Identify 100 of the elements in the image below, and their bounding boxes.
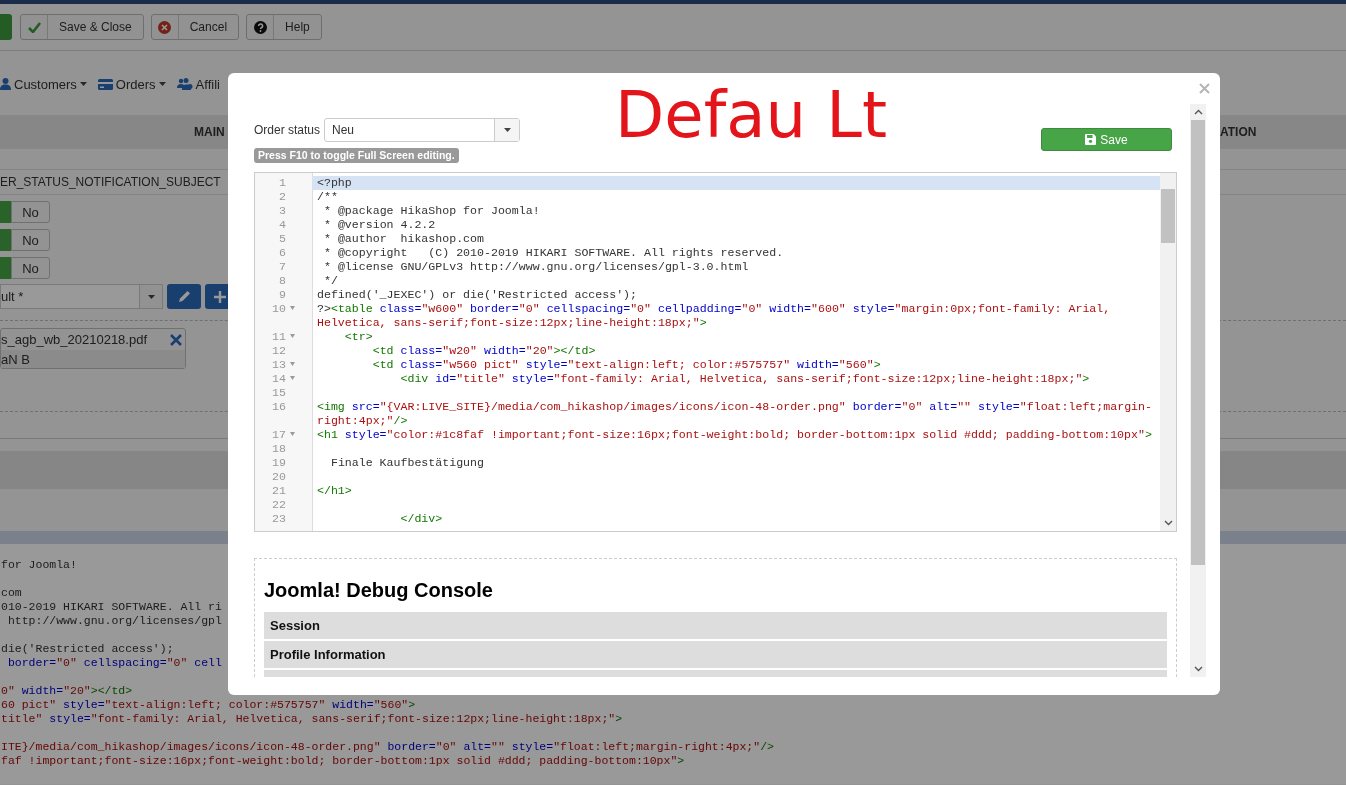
close-icon[interactable] [1199, 83, 1210, 94]
line-number: 14 [271, 372, 286, 386]
fold-marker-icon[interactable] [289, 306, 295, 310]
line-number: 4 [278, 218, 286, 232]
code-line: */ [322, 274, 339, 288]
column-heading: ATION [1220, 125, 1258, 139]
line-number: 20 [271, 470, 286, 484]
line-number: 15 [271, 386, 286, 400]
line-number: 1 [278, 176, 286, 190]
toggle-option[interactable] [0, 257, 11, 279]
chevron-down-icon[interactable] [1163, 520, 1173, 526]
toggle-option[interactable]: No [11, 201, 50, 223]
pencil-icon [177, 290, 191, 303]
menu-item[interactable]: Customers [14, 76, 77, 92]
fold-marker-icon[interactable] [289, 376, 295, 380]
caret-icon [503, 128, 511, 132]
line-number: 3 [278, 204, 286, 218]
chevron-down-icon[interactable] [1193, 666, 1203, 672]
line-number: 21 [271, 484, 286, 498]
code-line: 0" width="20"></td> [1, 684, 133, 698]
line-number: 11 [271, 330, 286, 344]
line-number: 6 [278, 246, 286, 260]
code-line: <tr> [343, 330, 374, 344]
line-number: 17 [271, 428, 286, 442]
code-line: for Joomla! [1, 558, 77, 572]
field-label: Order status [254, 123, 321, 137]
scrollbar[interactable] [1190, 104, 1206, 677]
code-line: Finale Kaufbestätigung [329, 456, 485, 470]
help-icon [253, 20, 267, 34]
code-line: <img src="{VAR:LIVE_SITE}/media/com_hikashop/images/icons/icon-48-order.png" border="0" alt="" style="float:left;margin-right:4px;"/> [316, 400, 1153, 428]
edit-button[interactable] [167, 284, 201, 309]
credit-card-icon [97, 78, 113, 90]
cancel-button[interactable]: Cancel [150, 14, 240, 40]
chevron-up-icon[interactable] [1193, 109, 1203, 115]
fold-marker-icon[interactable] [289, 362, 295, 366]
save-close-button[interactable]: Save & Close [20, 14, 144, 40]
column-heading: MAIN [194, 125, 225, 139]
code-line: <td class="w560 pict" style="text-align:left; color:#575757" width="560"> [371, 358, 882, 372]
close-icon[interactable] [170, 333, 182, 346]
menu-item[interactable]: Affili [195, 76, 220, 92]
handwritten-annotation: Defau Lt [615, 77, 888, 154]
line-number: 23 [271, 512, 286, 526]
order-status-select[interactable]: Neu [324, 118, 521, 142]
users-icon [176, 78, 193, 90]
code-line: * @author hikashop.com [322, 232, 485, 246]
code-line: <td class="w20" width="20"></td> [371, 344, 597, 358]
toggle-option[interactable] [0, 201, 11, 223]
user-icon [0, 78, 11, 90]
code-line: * @version 4.2.2 [322, 218, 437, 232]
line-number: 5 [278, 232, 286, 246]
check-icon [27, 21, 41, 33]
code-line: defined('_JEXEC') or die('Restricted access'); [316, 288, 639, 302]
code-line: <div id="title" style="font-family: Arial, Helvetica, sans-serif;font-size:12px;line-height:18px;"> [399, 372, 1091, 386]
template-select[interactable]: ult * [0, 284, 163, 309]
menu-item[interactable]: Orders [115, 76, 156, 92]
line-number: 19 [271, 456, 286, 470]
code-line: title" style="font-family: Arial, Helvetica, sans-serif;font-size:12px;line-height:18px;"> [1, 712, 623, 726]
line-number: 16 [271, 400, 286, 415]
code-line: 60 pict" style="text-align:left; color:#575757" width="560"> [1, 698, 416, 712]
caret-icon [147, 294, 155, 299]
file-name[interactable]: s_agb_wb_20210218.pdf [1, 332, 148, 347]
code-line: ITE}/media/com_hikashop/images/icons/icon-48-order.png" border="0" alt="" style="float:left;margin-right:4px;"/> [1, 740, 774, 754]
fold-marker-icon[interactable] [289, 432, 295, 436]
save-button[interactable]: Save [1041, 128, 1172, 151]
line-number: 7 [278, 260, 286, 274]
toggle-option[interactable]: No [11, 257, 50, 279]
code-editor[interactable] [254, 172, 1177, 532]
line-number: 2 [278, 190, 286, 204]
line-number: 10 [271, 302, 286, 317]
code-line: die('Restricted access'); [1, 642, 174, 656]
debug-console-title: Joomla! Debug Console [264, 578, 494, 602]
scrollbar-thumb[interactable] [1191, 120, 1205, 565]
hint-badge: Press F10 to toggle Full Screen editing. [254, 148, 459, 163]
line-number: 18 [271, 442, 286, 456]
fold-marker-icon[interactable] [289, 334, 295, 338]
scrollbar-thumb[interactable] [1161, 189, 1175, 243]
code-line: faf !important;font-size:16px;font-weight:bold; border-bottom:1px solid #ddd; padding-bottom:10px"> [1, 754, 685, 768]
caret-icon[interactable] [79, 82, 87, 86]
scrollbar[interactable] [1160, 173, 1176, 531]
toggle-option[interactable] [0, 229, 11, 251]
code-line: <h1 style="color:#1c8faf !important;font-size:16px;font-weight:bold; border-bottom:1px solid #ddd; padding-bottom:10px"> [316, 428, 1153, 442]
caret-icon[interactable] [158, 82, 166, 86]
line-number: 8 [278, 274, 286, 288]
toggle-option[interactable]: No [11, 229, 50, 251]
line-number: 22 [271, 498, 286, 512]
code-line: border="0" cellspacing="0" cell [6, 656, 222, 670]
code-line: </h1> [316, 484, 353, 498]
help-button[interactable]: Help [246, 14, 322, 40]
debug-section[interactable]: Profile Information [264, 641, 1167, 668]
code-line: ?><table class="w600" border="0" cellspacing="0" cellpadding="0" width="600" style="margin:0px;font-family: Arial, Helvetica, sans-serif;font-size:12px;line-height:18px;"> [316, 302, 1112, 330]
code-line: com [1, 586, 22, 600]
code-line: /** [316, 190, 339, 204]
debug-section[interactable]: Session [264, 612, 1167, 639]
line-number: 13 [271, 358, 286, 372]
code-line: http://www.gnu.org/licenses/gpl [6, 614, 222, 628]
line-number: 9 [278, 288, 286, 302]
line-number: 12 [271, 344, 286, 358]
code-line: </div> [399, 512, 444, 526]
code-line: * @copyright (C) 2010-2019 HIKARI SOFTWARE. All rights reserved. [322, 246, 785, 260]
cancel-icon [158, 20, 172, 34]
